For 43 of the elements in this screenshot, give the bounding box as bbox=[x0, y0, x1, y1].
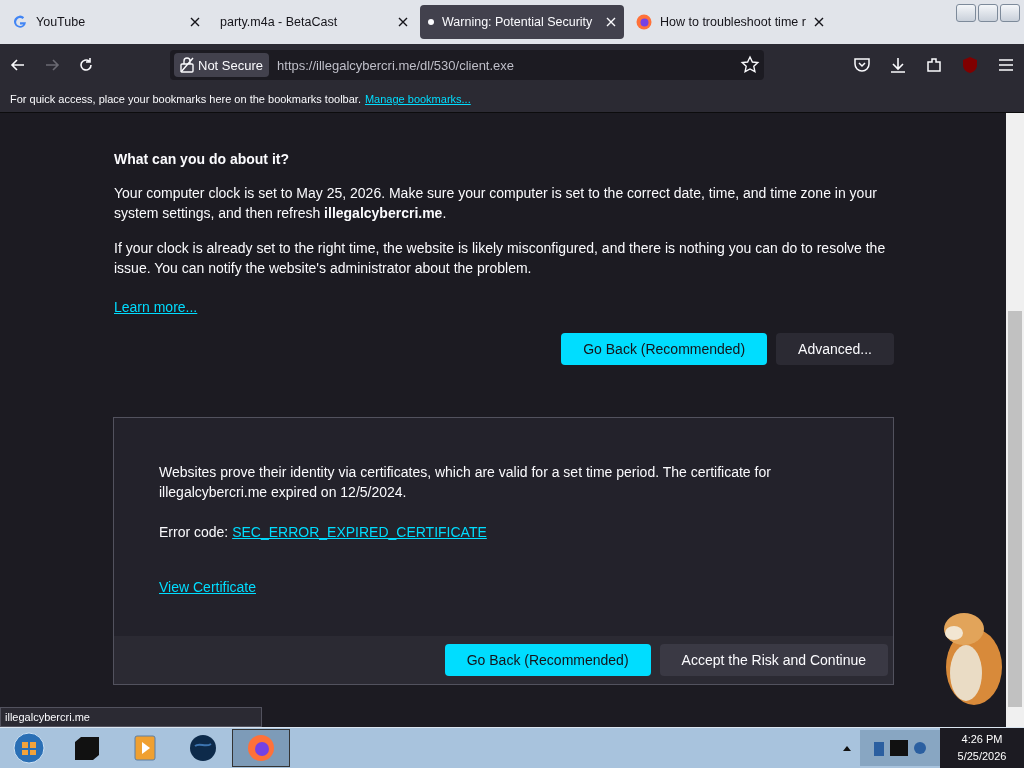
section-heading: What can you do about it? bbox=[114, 150, 290, 169]
firefox-icon bbox=[245, 732, 277, 764]
attention-dot-icon bbox=[428, 19, 434, 25]
firefox-icon bbox=[636, 14, 652, 30]
security-indicator[interactable]: Not Secure bbox=[174, 53, 270, 77]
view-certificate-link[interactable]: View Certificate bbox=[159, 579, 256, 595]
extensions-icon[interactable] bbox=[924, 55, 944, 75]
error-code-link[interactable]: SEC_ERROR_EXPIRED_CERTIFICATE bbox=[232, 524, 487, 540]
advanced-button[interactable]: Advanced... bbox=[776, 333, 894, 365]
status-url: illegalcybercri.me bbox=[0, 707, 262, 727]
manage-bookmarks-link[interactable]: Manage bookmarks... bbox=[364, 93, 471, 105]
google-icon bbox=[12, 14, 28, 30]
accept-risk-button[interactable]: Accept the Risk and Continue bbox=[659, 644, 888, 676]
broken-lock-icon bbox=[180, 57, 194, 73]
minimize-button[interactable] bbox=[956, 4, 976, 22]
tray-icons[interactable] bbox=[860, 730, 940, 766]
browser-tab[interactable]: Warning: Potential Security bbox=[420, 5, 624, 39]
body-paragraph: If your clock is already set to the right time, the website is likely misconfigured, and there is nothing you can do to resolve the issue. You can notify the website's administrator about the problem. bbox=[114, 239, 887, 278]
go-back-button[interactable]: Go Back (Recommended) bbox=[444, 644, 651, 676]
start-icon bbox=[13, 732, 45, 764]
restore-button[interactable] bbox=[978, 4, 998, 22]
bookmarks-message: For quick access, place your bookmarks here on the bookmarks toolbar. bbox=[10, 93, 361, 105]
download-icon[interactable] bbox=[888, 55, 908, 75]
globe-icon bbox=[187, 732, 219, 764]
url-field[interactable]: https://illegalcybercri.me/dl/530/client.exe bbox=[277, 57, 732, 73]
close-icon[interactable] bbox=[814, 17, 824, 27]
go-back-button[interactable]: Go Back (Recommended) bbox=[561, 333, 768, 365]
learn-more-link[interactable]: Learn more... bbox=[114, 297, 198, 317]
error-code-label: Error code: bbox=[159, 524, 229, 540]
pocket-icon[interactable] bbox=[852, 55, 872, 75]
browser-tab[interactable]: How to troubleshoot time r bbox=[628, 5, 832, 39]
close-icon[interactable] bbox=[398, 17, 408, 27]
certificate-explanation: Websites prove their identity via certificates, which are valid for a set time period. The certificate for illegalcybercri.me expired on 12/5/2024. bbox=[159, 463, 772, 502]
body-paragraph: Your computer clock is set to May 25, 2026. Make sure your computer is set to the correct date, time, and time zone in your system settings, and then refresh illegalcybercri.me. bbox=[114, 184, 878, 223]
browser-tab[interactable]: YouTube bbox=[4, 5, 208, 39]
close-icon[interactable] bbox=[190, 17, 200, 27]
scrollbar[interactable] bbox=[1006, 113, 1024, 727]
clock-date: 5/25/2026 bbox=[957, 749, 1007, 764]
star-icon[interactable] bbox=[740, 55, 760, 75]
browser-tab[interactable]: party.m4a - BetaCast bbox=[212, 5, 416, 39]
close-button[interactable] bbox=[1000, 4, 1020, 22]
clock-time: 4:26 PM bbox=[961, 732, 1003, 747]
taskbar-app[interactable] bbox=[232, 729, 290, 767]
